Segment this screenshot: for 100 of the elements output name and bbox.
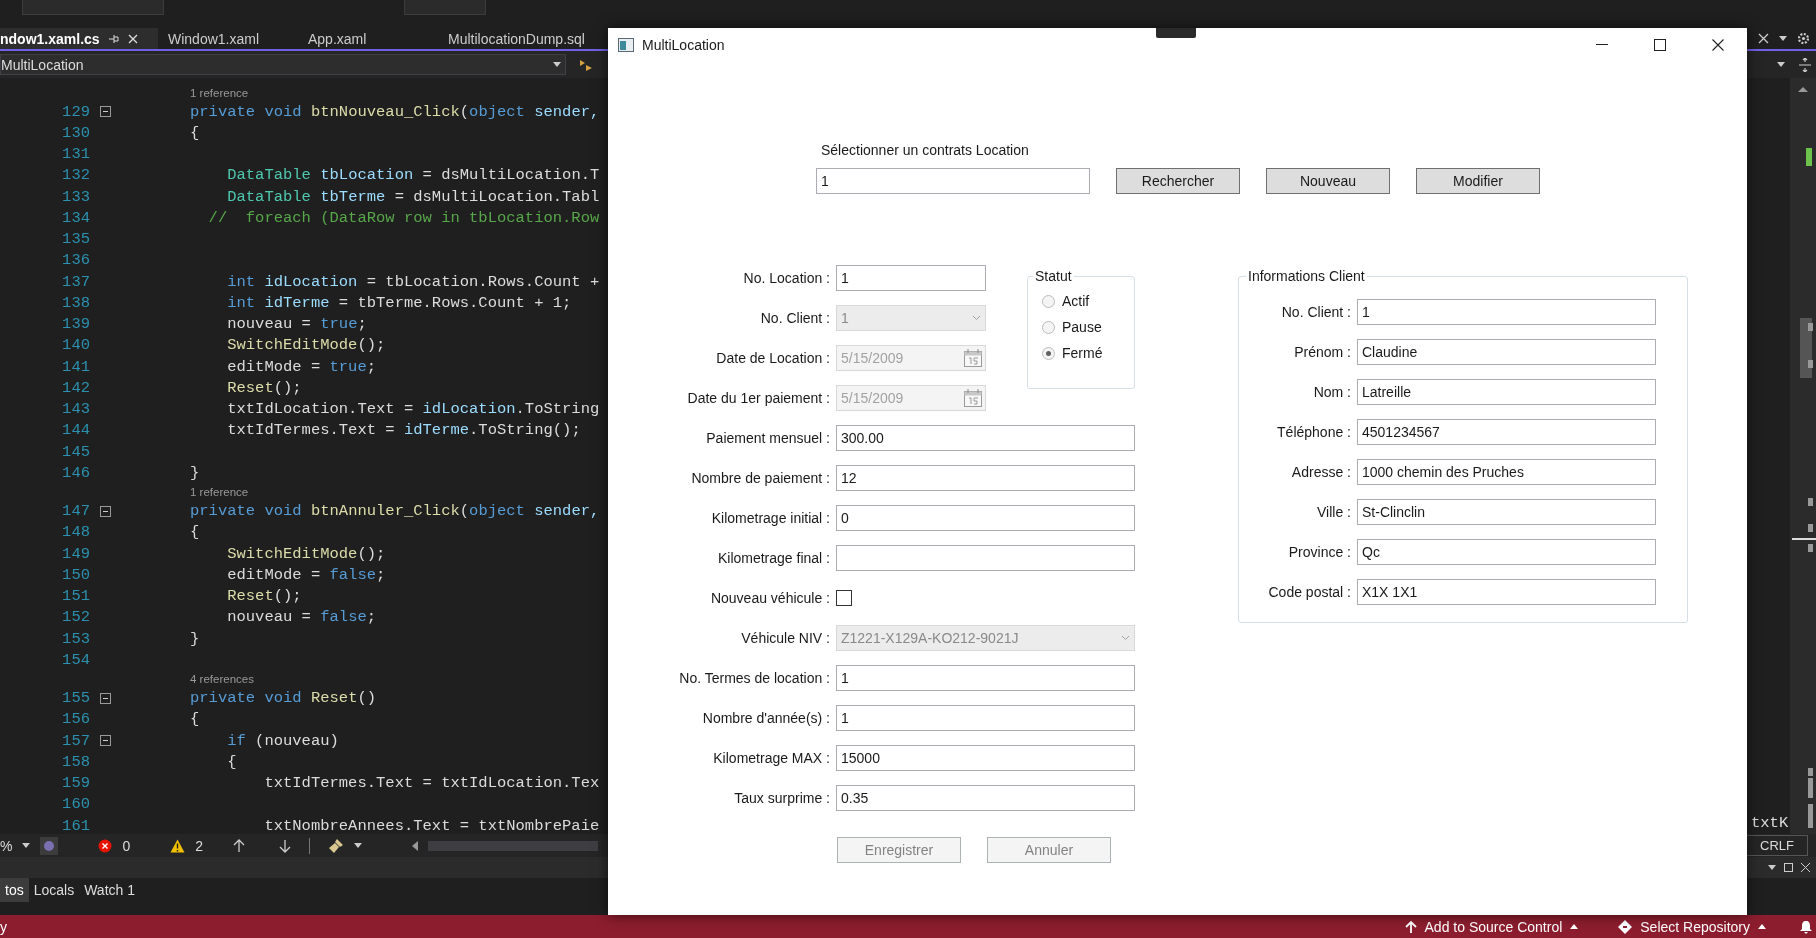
code-line: nouveau = true;	[227, 315, 367, 334]
editor-tab[interactable]: MultilocationDump.sql	[438, 28, 595, 49]
code-line: {	[190, 523, 200, 542]
repository-icon[interactable]	[1618, 919, 1633, 934]
line-number: 133	[61, 187, 90, 206]
codelens-link[interactable]: 1 reference	[190, 86, 249, 99]
text-field[interactable]: 1	[836, 705, 1135, 731]
text-field[interactable]: 1	[836, 265, 986, 291]
drag-handle[interactable]	[1156, 28, 1196, 38]
panel-tab[interactable]: Locals	[28, 878, 80, 902]
field-label: No. Client :	[760, 310, 830, 326]
caret-up-icon[interactable]	[1570, 924, 1579, 929]
up-arrow-icon[interactable]	[233, 838, 246, 853]
repository-button[interactable]: Select Repository	[1640, 918, 1750, 935]
error-icon[interactable]	[98, 838, 113, 853]
text-field[interactable]: 4501234567	[1357, 419, 1656, 445]
text-field[interactable]: 0	[836, 505, 1135, 531]
left-arrow-icon[interactable]	[412, 840, 419, 851]
text-field[interactable]: 1000 chemin des Pruches	[1357, 459, 1656, 485]
collapse-icon[interactable]	[100, 505, 111, 517]
text-field[interactable]: Qc	[1357, 539, 1656, 565]
split-icon[interactable]	[1799, 57, 1811, 72]
text-field[interactable]: 1	[1357, 299, 1656, 325]
close-icon[interactable]	[1758, 33, 1769, 44]
radio-button[interactable]	[1042, 294, 1055, 308]
scope-dropdown[interactable]: MultiLocation	[0, 54, 566, 75]
collapse-icon[interactable]	[100, 106, 111, 118]
text-field[interactable]	[836, 545, 1135, 571]
action-button[interactable]: Nouveau	[1266, 168, 1390, 194]
field-label: Nouveau véhicule :	[710, 590, 830, 606]
text-field[interactable]: 300.00	[836, 425, 1135, 451]
minimize-icon	[1596, 44, 1608, 46]
code-line: // foreach (DataRow row in tbLocation.Row	[208, 208, 600, 227]
brush-icon[interactable]	[328, 837, 345, 854]
search-field[interactable]: 1	[816, 168, 1090, 194]
code-line: private void Reset()	[190, 689, 377, 708]
pin-icon[interactable]	[107, 32, 120, 45]
checkbox[interactable]	[836, 590, 852, 606]
codelens-link[interactable]: 1 reference	[190, 486, 249, 498]
radio-button[interactable]	[1042, 320, 1055, 334]
caret-icon	[553, 62, 561, 67]
line-number: 135	[61, 230, 90, 249]
down-arrow-icon[interactable]	[279, 838, 292, 853]
caret-up-icon[interactable]	[1758, 924, 1766, 929]
text-field[interactable]: 1	[836, 665, 1135, 691]
radio-button[interactable]	[1042, 346, 1055, 360]
code-line: txtIdLocation.Text = idLocation.ToString	[227, 400, 600, 419]
field-label: No. Termes de location :	[679, 670, 830, 686]
field-label: Kilometrage initial :	[711, 510, 830, 526]
line-number: 151	[61, 587, 90, 606]
code-line: txtNombreAnnees.Text = txtNombrePaie	[264, 816, 600, 835]
panel-tab[interactable]: tos	[0, 878, 29, 902]
text-field[interactable]: 0.35	[836, 785, 1135, 811]
caret-icon[interactable]	[354, 843, 363, 848]
field-label: Date du 1er paiement :	[687, 390, 830, 406]
line-number: 146	[61, 463, 90, 482]
code-line: private void btnAnnuler_Click(object sender,	[190, 502, 600, 521]
field-label: Kilometrage final :	[717, 550, 830, 566]
action-button[interactable]: Rechercher	[1116, 168, 1240, 194]
horizontal-scrollbar[interactable]	[428, 840, 599, 851]
text-field[interactable]: St-Clinclin	[1357, 499, 1656, 525]
line-number: 160	[61, 795, 90, 814]
close-icon[interactable]	[1801, 863, 1810, 872]
code-line: SwitchEditMode();	[227, 544, 386, 563]
text-field[interactable]: 15000	[836, 745, 1135, 771]
code-line: editMode = false;	[227, 565, 386, 584]
field-label: Prénom :	[1294, 344, 1351, 360]
line-number: 159	[61, 774, 90, 793]
dropdown-field[interactable]	[22, 0, 164, 15]
text-field[interactable]: X1X 1X1	[1357, 579, 1656, 605]
code-line: private void btnNouveau_Click(object sender,	[190, 102, 600, 121]
panel-tab[interactable]: Watch 1	[79, 878, 140, 902]
maximize-icon[interactable]	[1784, 863, 1793, 872]
text-field[interactable]: Latreille	[1357, 379, 1656, 405]
upload-icon[interactable]	[1404, 919, 1417, 934]
caret-icon[interactable]	[1777, 62, 1785, 67]
status-text: y	[0, 918, 7, 935]
field-label: Code postal :	[1268, 584, 1351, 600]
collapse-icon[interactable]	[100, 692, 111, 704]
editor-tab[interactable]: App.xaml	[298, 28, 438, 49]
caret-icon[interactable]	[1779, 36, 1787, 41]
editor-tab[interactable]: Window1.xaml	[158, 28, 298, 49]
close-icon[interactable]	[127, 33, 138, 44]
warning-icon[interactable]	[170, 838, 186, 853]
caret-icon[interactable]	[1768, 865, 1776, 870]
code-line: {	[227, 752, 237, 771]
source-control-button[interactable]: Add to Source Control	[1424, 918, 1563, 935]
collapse-icon[interactable]	[100, 735, 111, 747]
text-field[interactable]: Claudine	[1357, 339, 1656, 365]
line-number: 161	[61, 816, 90, 835]
caret-icon[interactable]	[22, 843, 31, 848]
zoom-level[interactable]: %	[0, 837, 13, 854]
text-field[interactable]: 12	[836, 465, 1135, 491]
settings-icon[interactable]	[1797, 32, 1810, 45]
code-line: if (nouveau)	[227, 731, 339, 750]
action-button[interactable]: Modifier	[1416, 168, 1540, 194]
dropdown-field[interactable]	[404, 0, 486, 15]
bell-icon[interactable]	[1800, 919, 1812, 934]
editor-tab[interactable]: ndow1.xaml.cs	[0, 28, 158, 49]
codelens-link[interactable]: 4 references	[190, 673, 254, 685]
